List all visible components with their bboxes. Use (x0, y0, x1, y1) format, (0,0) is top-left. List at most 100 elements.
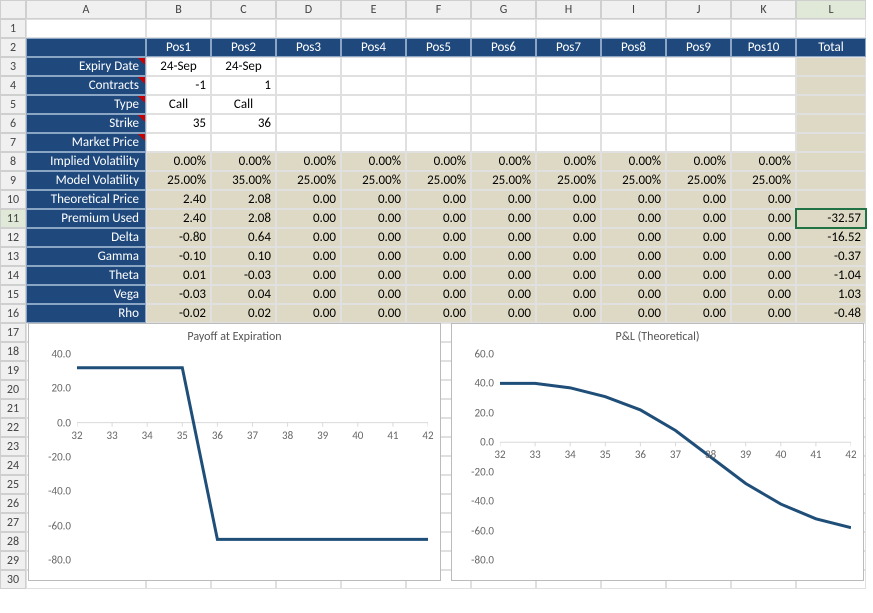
cell-pu-9[interactable]: 0.00 (666, 209, 731, 228)
cell-contracts-1[interactable]: -1 (146, 76, 211, 95)
cell-vega-10[interactable]: 0.00 (731, 285, 796, 304)
cell-iv-6[interactable]: 0.00% (471, 152, 536, 171)
cell-iv-3[interactable]: 0.00% (276, 152, 341, 171)
cell-delta-4[interactable]: 0.00 (341, 228, 406, 247)
total-gamma[interactable]: -0.37 (796, 247, 866, 266)
cell-contracts-6[interactable] (471, 76, 536, 95)
cell-contracts-3[interactable] (276, 76, 341, 95)
cell-type-6[interactable] (471, 95, 536, 114)
select-all-corner[interactable] (0, 0, 26, 19)
row-header-16[interactable]: 16 (0, 304, 26, 323)
total-empty-market[interactable] (796, 133, 866, 152)
row-header-12[interactable]: 12 (0, 228, 26, 247)
cell-iv-5[interactable]: 0.00% (406, 152, 471, 171)
comment-indicator-icon[interactable] (138, 115, 145, 122)
cell-mv-2[interactable]: 35.00% (211, 171, 276, 190)
cell-gamma-5[interactable]: 0.00 (406, 247, 471, 266)
row-header-18[interactable]: 18 (0, 342, 26, 361)
cell-market-3[interactable] (276, 133, 341, 152)
blank[interactable] (796, 19, 866, 38)
cell-contracts-8[interactable] (601, 76, 666, 95)
cell-iv-2[interactable]: 0.00% (211, 152, 276, 171)
cell-tp-7[interactable]: 0.00 (536, 190, 601, 209)
cell-rho-9[interactable]: 0.00 (666, 304, 731, 323)
row-header-29[interactable]: 29 (0, 551, 26, 570)
cell-mv-6[interactable]: 25.00% (471, 171, 536, 190)
cell-iv-1[interactable]: 0.00% (146, 152, 211, 171)
cell-tp-3[interactable]: 0.00 (276, 190, 341, 209)
row-header-21[interactable]: 21 (0, 399, 26, 418)
cell-market-10[interactable] (731, 133, 796, 152)
cell-strike-1[interactable]: 35 (146, 114, 211, 133)
cell-mv-1[interactable]: 25.00% (146, 171, 211, 190)
cell-pu-10[interactable]: 0.00 (731, 209, 796, 228)
cell-rho-5[interactable]: 0.00 (406, 304, 471, 323)
row-header-22[interactable]: 22 (0, 418, 26, 437)
blank[interactable] (276, 19, 341, 38)
total-pu[interactable]: -32.57 (796, 209, 866, 228)
cell-tp-6[interactable]: 0.00 (471, 190, 536, 209)
cell-expiry-8[interactable] (601, 57, 666, 76)
spreadsheet-sheet[interactable]: ABCDEFGHIJKL12Pos1Pos2Pos3Pos4Pos5Pos6Po… (0, 0, 873, 613)
cell-theta-3[interactable]: 0.00 (276, 266, 341, 285)
row-header-28[interactable]: 28 (0, 532, 26, 551)
row-header-26[interactable]: 26 (0, 494, 26, 513)
blank[interactable] (731, 19, 796, 38)
row-header-4[interactable]: 4 (0, 76, 26, 95)
row-header-25[interactable]: 25 (0, 475, 26, 494)
cell-expiry-10[interactable] (731, 57, 796, 76)
cell-type-2[interactable]: Call (211, 95, 276, 114)
total-empty-type[interactable] (796, 95, 866, 114)
row-header-17[interactable]: 17 (0, 323, 26, 342)
comment-indicator-icon[interactable] (138, 134, 145, 141)
cell-gamma-3[interactable]: 0.00 (276, 247, 341, 266)
cell-contracts-9[interactable] (666, 76, 731, 95)
comment-indicator-icon[interactable] (138, 77, 145, 84)
cell-type-5[interactable] (406, 95, 471, 114)
col-header-D[interactable]: D (276, 0, 341, 19)
cell-gamma-2[interactable]: 0.10 (211, 247, 276, 266)
cell-market-6[interactable] (471, 133, 536, 152)
cell-gamma-7[interactable]: 0.00 (536, 247, 601, 266)
cell-delta-2[interactable]: 0.64 (211, 228, 276, 247)
col-header-G[interactable]: G (471, 0, 536, 19)
cell-type-8[interactable] (601, 95, 666, 114)
cell-contracts-4[interactable] (341, 76, 406, 95)
cell-theta-1[interactable]: 0.01 (146, 266, 211, 285)
total-delta[interactable]: -16.52 (796, 228, 866, 247)
row-header-24[interactable]: 24 (0, 456, 26, 475)
cell-theta-7[interactable]: 0.00 (536, 266, 601, 285)
cell-iv-8[interactable]: 0.00% (601, 152, 666, 171)
cell-iv-4[interactable]: 0.00% (341, 152, 406, 171)
cell-theta-10[interactable]: 0.00 (731, 266, 796, 285)
blank[interactable] (406, 19, 471, 38)
cell-rho-10[interactable]: 0.00 (731, 304, 796, 323)
comment-indicator-icon[interactable] (138, 96, 145, 103)
blank[interactable] (601, 19, 666, 38)
cell-iv-9[interactable]: 0.00% (666, 152, 731, 171)
cell-gamma-10[interactable]: 0.00 (731, 247, 796, 266)
total-empty-mv[interactable] (796, 171, 866, 190)
cell-pu-7[interactable]: 0.00 (536, 209, 601, 228)
cell-delta-10[interactable]: 0.00 (731, 228, 796, 247)
cell-rho-7[interactable]: 0.00 (536, 304, 601, 323)
cell-expiry-5[interactable] (406, 57, 471, 76)
cell-pu-4[interactable]: 0.00 (341, 209, 406, 228)
row-header-23[interactable]: 23 (0, 437, 26, 456)
cell-expiry-9[interactable] (666, 57, 731, 76)
cell-vega-2[interactable]: 0.04 (211, 285, 276, 304)
cell-vega-1[interactable]: -0.03 (146, 285, 211, 304)
cell-vega-5[interactable]: 0.00 (406, 285, 471, 304)
cell-contracts-5[interactable] (406, 76, 471, 95)
cell-expiry-1[interactable]: 24-Sep (146, 57, 211, 76)
total-vega[interactable]: 1.03 (796, 285, 866, 304)
cell-strike-4[interactable] (341, 114, 406, 133)
cell-expiry-7[interactable] (536, 57, 601, 76)
cell-strike-5[interactable] (406, 114, 471, 133)
row-header-5[interactable]: 5 (0, 95, 26, 114)
cell-mv-8[interactable]: 25.00% (601, 171, 666, 190)
cell-market-9[interactable] (666, 133, 731, 152)
blank[interactable] (26, 19, 146, 38)
cell-delta-9[interactable]: 0.00 (666, 228, 731, 247)
row-header-2[interactable]: 2 (0, 38, 26, 57)
